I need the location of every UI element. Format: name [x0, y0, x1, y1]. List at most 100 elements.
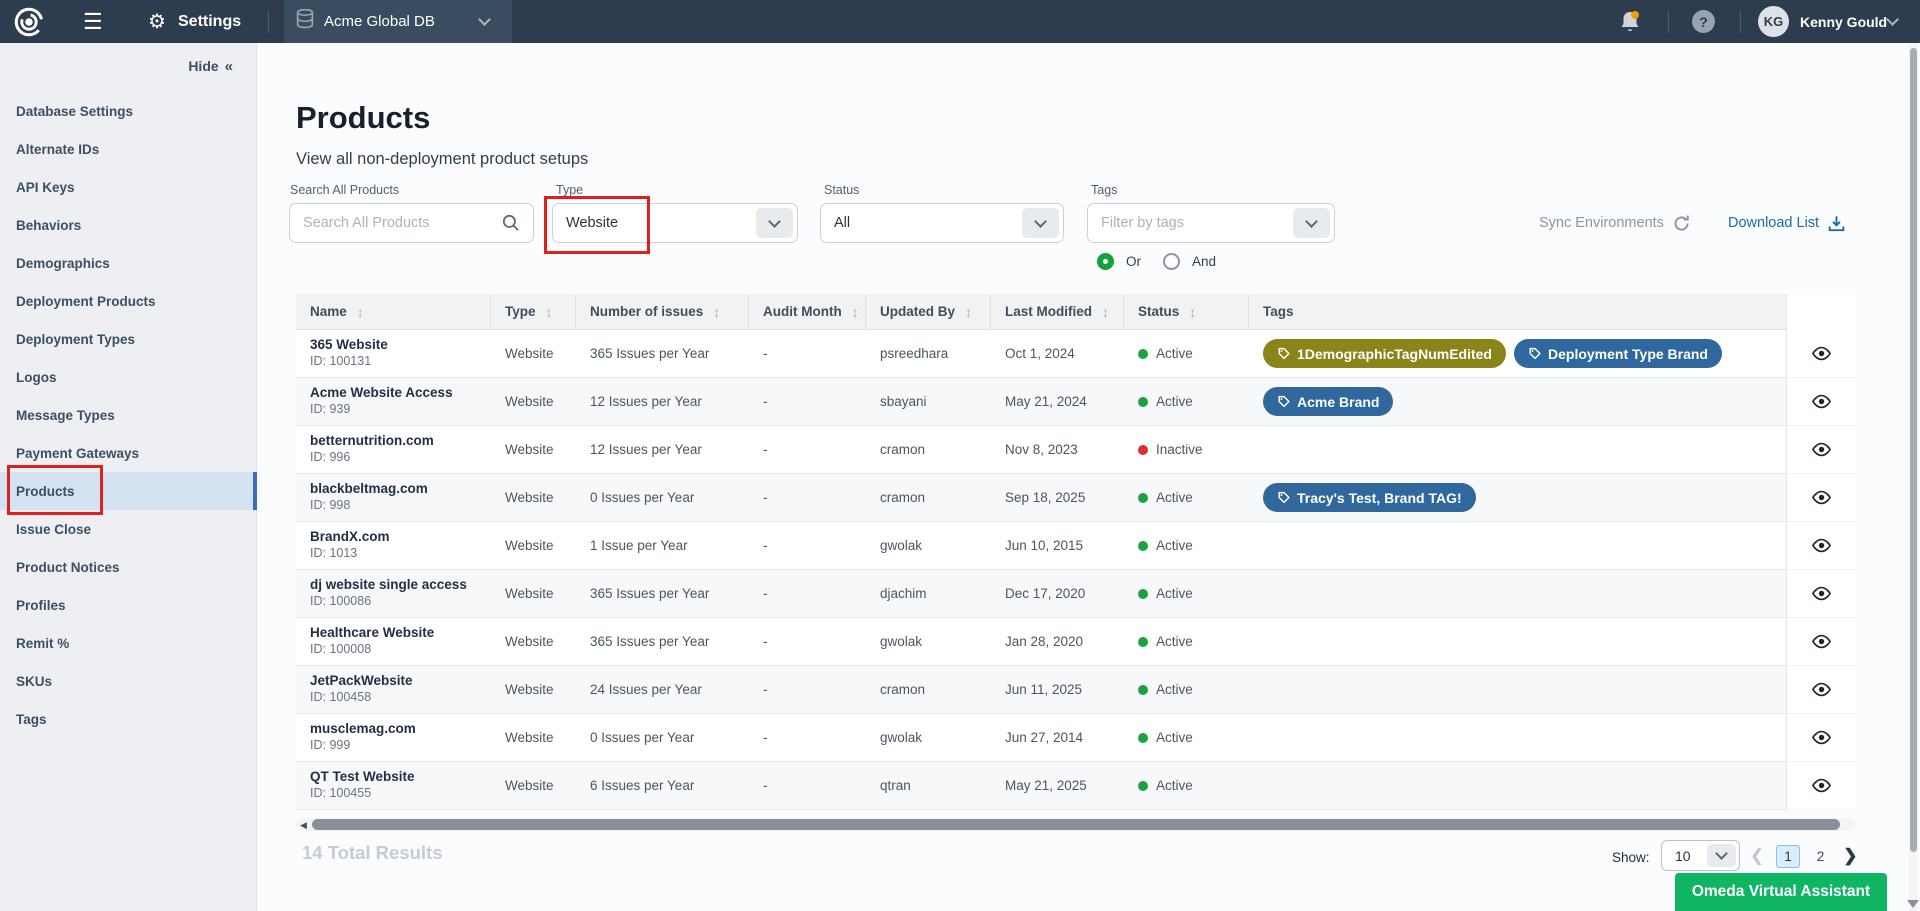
- sort-icon[interactable]: ↕: [965, 304, 972, 320]
- column-header-updated-by[interactable]: Updated By↕: [866, 294, 991, 329]
- user-menu-chevron-icon[interactable]: [1888, 0, 1897, 43]
- omeda-virtual-assistant-button[interactable]: Omeda Virtual Assistant: [1675, 873, 1887, 911]
- sidebar-item-product-notices[interactable]: Product Notices: [0, 548, 257, 586]
- and-radio[interactable]: [1163, 253, 1180, 270]
- sidebar-item-alternate-ids[interactable]: Alternate IDs: [0, 130, 257, 168]
- view-button-qt-test-website[interactable]: [1787, 762, 1856, 810]
- sidebar-item-deployment-products[interactable]: Deployment Products: [0, 282, 257, 320]
- sidebar-item-profiles[interactable]: Profiles: [0, 586, 257, 624]
- tag-pill-acme-brand[interactable]: Acme Brand: [1263, 387, 1393, 416]
- view-eye-icon: [1811, 778, 1832, 793]
- column-label: Number of issues: [590, 304, 703, 319]
- type-chevron-icon[interactable]: [756, 208, 793, 238]
- sort-icon[interactable]: ↕: [357, 304, 364, 320]
- column-header-audit-month[interactable]: Audit Month↕: [749, 294, 866, 329]
- download-icon: [1827, 214, 1846, 233]
- sort-icon[interactable]: ↕: [713, 304, 720, 320]
- sidebar-item-demographics[interactable]: Demographics: [0, 244, 257, 282]
- product-name-link[interactable]: Healthcare Website: [310, 625, 491, 640]
- topbar-divider: [1668, 10, 1669, 33]
- page-number-2[interactable]: 2: [1810, 846, 1832, 867]
- view-button-jetpackwebsite[interactable]: [1787, 666, 1856, 714]
- scroll-left-arrow-icon[interactable]: ◀: [300, 820, 307, 831]
- next-page-arrow[interactable]: ❯: [1843, 846, 1857, 866]
- product-name-link[interactable]: QT Test Website: [310, 769, 491, 784]
- scroll-down-arrow-icon[interactable]: [1907, 900, 1919, 908]
- settings-gear-icon[interactable]: ⚙: [148, 0, 166, 43]
- search-icon[interactable]: [501, 213, 521, 238]
- sidebar-item-logos[interactable]: Logos: [0, 358, 257, 396]
- tags-chevron-icon[interactable]: [1293, 208, 1330, 238]
- sort-icon[interactable]: ↕: [1102, 304, 1109, 320]
- menu-hamburger-icon[interactable]: ☰: [83, 0, 103, 43]
- column-header-name[interactable]: Name↕: [296, 294, 491, 329]
- horizontal-scrollbar[interactable]: ◀: [296, 818, 1856, 831]
- sidebar-item-deployment-types[interactable]: Deployment Types: [0, 320, 257, 358]
- horizontal-scrollbar-thumb[interactable]: [312, 819, 1840, 830]
- avatar[interactable]: KG: [1758, 0, 1789, 43]
- sidebar-item-database-settings[interactable]: Database Settings: [0, 92, 257, 130]
- sort-icon[interactable]: ↕: [852, 304, 859, 320]
- cell-issues: 365 Issues per Year: [576, 618, 749, 665]
- search-input[interactable]: [303, 215, 478, 231]
- sidebar-hide-button[interactable]: Hide«: [188, 58, 233, 75]
- sync-refresh-icon: [1672, 214, 1691, 233]
- or-radio[interactable]: [1097, 253, 1114, 270]
- product-name-link[interactable]: betternutrition.com: [310, 433, 491, 448]
- sort-icon[interactable]: ↕: [1189, 304, 1196, 320]
- view-button-betternutrition-com[interactable]: [1787, 426, 1856, 474]
- omeda-logo-icon[interactable]: [12, 0, 46, 43]
- prev-page-arrow[interactable]: ❮: [1750, 846, 1764, 866]
- view-button-acme-website-access[interactable]: [1787, 378, 1856, 426]
- sidebar-item-issue-close[interactable]: Issue Close: [0, 510, 257, 548]
- column-header-status[interactable]: Status↕: [1124, 294, 1249, 329]
- status-select[interactable]: All: [820, 203, 1064, 243]
- download-list-link[interactable]: Download List: [1728, 213, 1846, 233]
- vertical-scrollbar-thumb[interactable]: [1910, 48, 1917, 852]
- column-header-number-of-issues[interactable]: Number of issues ↕: [576, 294, 749, 329]
- tag-pill-deployment-type-brand[interactable]: Deployment Type Brand: [1514, 339, 1722, 368]
- view-button-musclemag-com[interactable]: [1787, 714, 1856, 762]
- product-name-link[interactable]: Acme Website Access: [310, 385, 491, 400]
- table-row-acme-website-access: Acme Website AccessID: 939Website12 Issu…: [296, 378, 1786, 426]
- product-name-link[interactable]: dj website single access: [310, 577, 491, 592]
- column-header-type[interactable]: Type↕: [491, 294, 576, 329]
- sidebar-item-skus[interactable]: SKUs: [0, 662, 257, 700]
- sidebar-item-remit[interactable]: Remit %: [0, 624, 257, 662]
- view-button-dj-website-single-access[interactable]: [1787, 570, 1856, 618]
- cell-last-modified: Jun 10, 2015: [991, 522, 1124, 569]
- database-selector[interactable]: Acme Global DB: [284, 0, 512, 43]
- tag-pill-1demographictagnumedited[interactable]: 1DemographicTagNumEdited: [1263, 339, 1506, 368]
- product-name-link[interactable]: BrandX.com: [310, 529, 491, 544]
- sidebar-item-products[interactable]: Products: [0, 472, 257, 510]
- page-size-chevron-icon[interactable]: [1707, 844, 1736, 867]
- sidebar-item-behaviors[interactable]: Behaviors: [0, 206, 257, 244]
- product-name-link[interactable]: 365 Website: [310, 337, 491, 352]
- vertical-scrollbar[interactable]: [1909, 43, 1918, 911]
- view-button-365-website[interactable]: [1787, 330, 1856, 378]
- sidebar-item-payment-gateways[interactable]: Payment Gateways: [0, 434, 257, 472]
- page-size-select[interactable]: 10: [1661, 840, 1740, 871]
- status-chevron-icon[interactable]: [1022, 208, 1059, 238]
- sync-environments-link[interactable]: Sync Environments: [1539, 213, 1691, 233]
- cell-name: QT Test WebsiteID: 100455: [296, 762, 491, 809]
- sidebar-item-tags[interactable]: Tags: [0, 700, 257, 738]
- tags-select[interactable]: Filter by tags: [1087, 203, 1335, 243]
- column-header-last-modified[interactable]: Last Modified↕: [991, 294, 1124, 329]
- tag-pill-tracy-s-test-brand-tag[interactable]: Tracy's Test, Brand TAG!: [1263, 483, 1476, 512]
- product-name-link[interactable]: JetPackWebsite: [310, 673, 491, 688]
- product-name-link[interactable]: musclemag.com: [310, 721, 491, 736]
- download-list-label: Download List: [1728, 215, 1819, 231]
- sort-icon[interactable]: ↕: [546, 304, 553, 320]
- view-button-healthcare-website[interactable]: [1787, 618, 1856, 666]
- type-select[interactable]: Website: [552, 203, 798, 243]
- sidebar-item-message-types[interactable]: Message Types: [0, 396, 257, 434]
- help-icon[interactable]: ?: [1692, 0, 1715, 43]
- product-name-link[interactable]: blackbeltmag.com: [310, 481, 491, 496]
- page-number-1[interactable]: 1: [1776, 845, 1800, 868]
- view-button-blackbeltmag-com[interactable]: [1787, 474, 1856, 522]
- notifications-bell-icon[interactable]: [1618, 0, 1642, 43]
- user-name[interactable]: Kenny Gould: [1800, 0, 1887, 43]
- sidebar-item-api-keys[interactable]: API Keys: [0, 168, 257, 206]
- view-button-brandx-com[interactable]: [1787, 522, 1856, 570]
